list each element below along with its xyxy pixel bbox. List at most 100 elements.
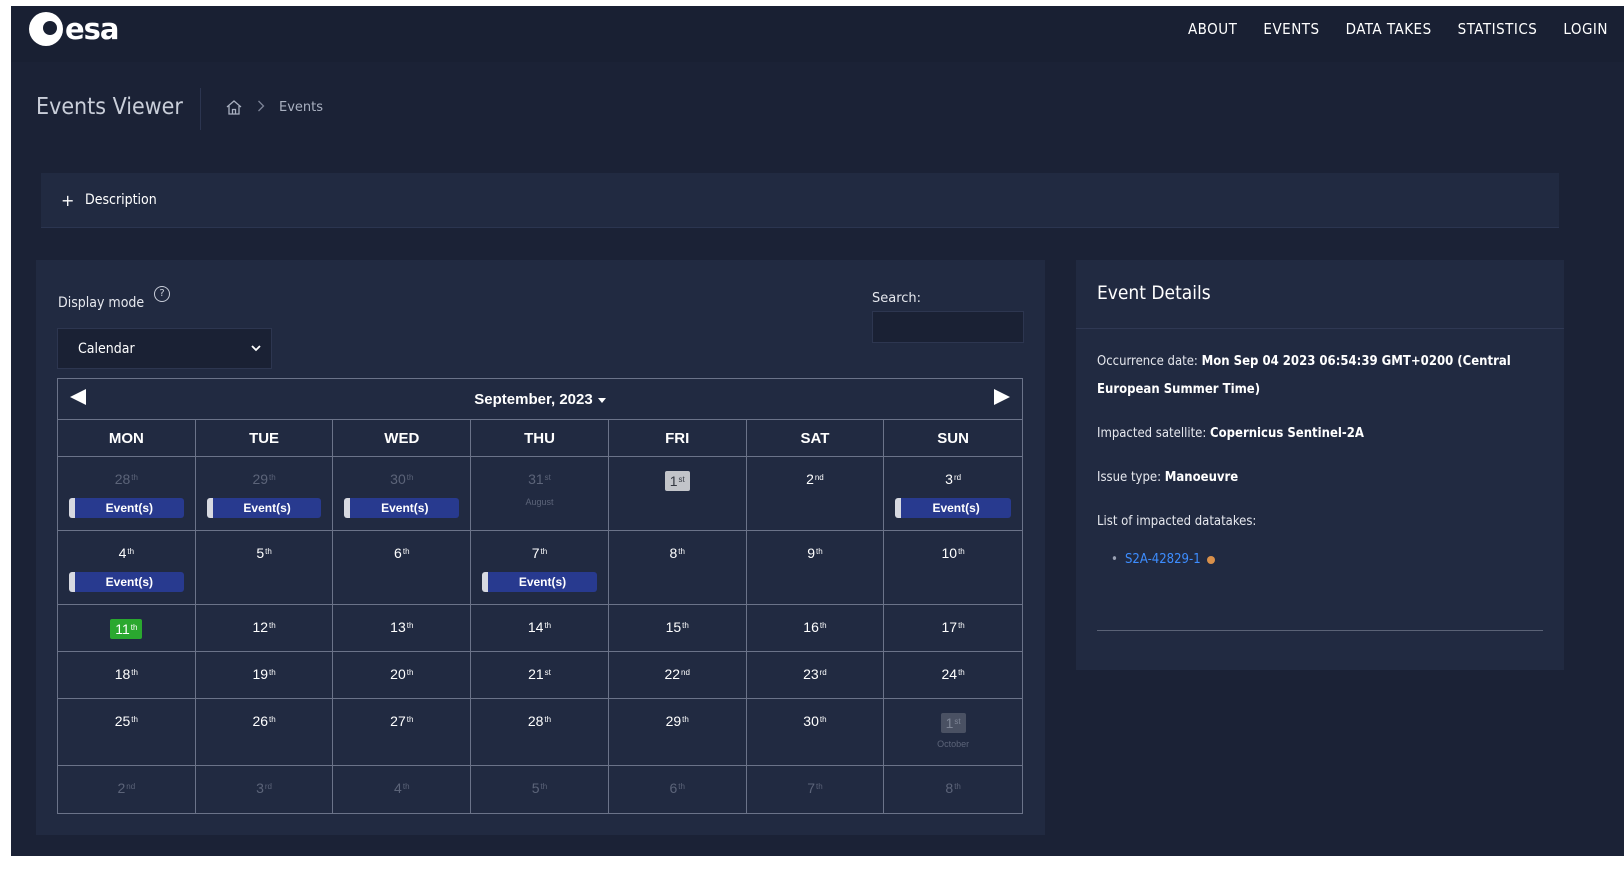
day-number: 1st bbox=[884, 713, 1022, 733]
satellite-row: Impacted satellite: Copernicus Sentinel-… bbox=[1097, 420, 1547, 448]
details-bottom-divider bbox=[1097, 630, 1543, 631]
display-mode-select[interactable]: Calendar bbox=[57, 328, 272, 369]
issue-label: Issue type: bbox=[1097, 470, 1162, 485]
event-pill[interactable]: Event(s) bbox=[69, 498, 184, 518]
calendar-day[interactable]: 21st bbox=[471, 652, 609, 699]
description-accordion[interactable]: + Description bbox=[41, 173, 1559, 228]
calendar-day[interactable]: 3rd bbox=[196, 766, 334, 813]
calendar-day[interactable]: 30th bbox=[746, 699, 885, 766]
day-number: 25th bbox=[114, 713, 138, 729]
description-label: Description bbox=[85, 192, 157, 208]
calendar-day[interactable]: 1st bbox=[608, 457, 747, 531]
day-number: 1st bbox=[609, 471, 746, 491]
datatakes-label: List of impacted datatakes: bbox=[1097, 514, 1257, 529]
calendar-day[interactable]: 12th bbox=[195, 605, 334, 652]
calendar-day[interactable]: 17th bbox=[884, 605, 1022, 652]
calendar-day[interactable]: 27th bbox=[333, 699, 472, 766]
calendar-day[interactable]: 5th bbox=[195, 531, 334, 605]
calendar-day[interactable]: 1st October bbox=[884, 699, 1022, 766]
nav-about[interactable]: ABOUT bbox=[1188, 20, 1237, 38]
event-details-panel: Event Details Occurrence date: Mon Sep 0… bbox=[1076, 260, 1564, 670]
day-number: 9th bbox=[807, 545, 823, 561]
day-number: 29th bbox=[252, 471, 276, 487]
calendar-day[interactable]: 19th bbox=[195, 652, 334, 699]
breadcrumb-events[interactable]: Events bbox=[279, 100, 323, 115]
day-number: 29th bbox=[665, 713, 689, 729]
calendar: September, 2023 MON TUE WED THU FRI SAT SUN 28t… bbox=[57, 378, 1023, 814]
day-number: 27th bbox=[390, 713, 414, 729]
calendar-day[interactable]: 24th bbox=[884, 652, 1022, 699]
calendar-day[interactable]: 5th bbox=[471, 766, 609, 813]
next-month-icon[interactable] bbox=[994, 389, 1010, 405]
display-mode-value: Calendar bbox=[78, 340, 135, 357]
day-number: 24th bbox=[941, 666, 965, 682]
datatakes-list: S2A-42829-1 bbox=[1097, 546, 1547, 574]
calendar-day[interactable]: 2nd bbox=[746, 457, 885, 531]
event-pill[interactable]: Event(s) bbox=[206, 498, 322, 518]
esa-logo[interactable]: esa bbox=[29, 12, 119, 46]
help-icon[interactable]: ? bbox=[154, 286, 170, 302]
calendar-day[interactable]: 22nd bbox=[608, 652, 747, 699]
title-divider bbox=[200, 88, 201, 130]
day-number: 2nd bbox=[806, 471, 824, 487]
datatake-link[interactable]: S2A-42829-1 bbox=[1125, 552, 1201, 567]
day-number: 4th bbox=[118, 545, 135, 561]
calendar-day[interactable]: 28th bbox=[471, 699, 609, 766]
calendar-day[interactable]: 8th bbox=[608, 531, 747, 605]
calendar-day[interactable]: 25th bbox=[58, 699, 196, 766]
nav-login[interactable]: LOGIN bbox=[1563, 20, 1608, 38]
calendar-day[interactable]: 18th bbox=[58, 652, 196, 699]
event-pill[interactable]: Event(s) bbox=[482, 572, 597, 592]
calendar-day[interactable]: 9th bbox=[746, 531, 885, 605]
day-number: 8th bbox=[945, 780, 961, 796]
month-label: September, 2023 bbox=[474, 391, 593, 408]
calendar-day[interactable]: 6th bbox=[333, 531, 472, 605]
calendar-day[interactable]: 6th bbox=[609, 766, 747, 813]
event-pill[interactable]: Event(s) bbox=[895, 498, 1011, 518]
calendar-day[interactable]: 7th Event(s) bbox=[471, 531, 609, 605]
event-pill[interactable]: Event(s) bbox=[69, 572, 184, 592]
weekday-header: MON bbox=[58, 419, 196, 457]
home-icon[interactable] bbox=[225, 99, 243, 116]
calendar-day[interactable]: 23rd bbox=[746, 652, 885, 699]
day-number: 5th bbox=[256, 545, 272, 561]
calendar-day[interactable]: 29th bbox=[608, 699, 747, 766]
calendar-day[interactable]: 20th bbox=[333, 652, 472, 699]
calendar-day[interactable]: 3rd Event(s) bbox=[884, 457, 1022, 531]
calendar-day[interactable]: 4th Event(s) bbox=[58, 531, 196, 605]
calendar-day[interactable]: 13th bbox=[333, 605, 472, 652]
calendar-day[interactable]: 28th Event(s) bbox=[58, 457, 196, 531]
month-note: October bbox=[937, 739, 970, 749]
calendar-day[interactable]: 2nd bbox=[58, 766, 196, 813]
calendar-day[interactable]: 26th bbox=[195, 699, 334, 766]
event-details-title: Event Details bbox=[1097, 282, 1211, 304]
day-number: 16th bbox=[803, 619, 827, 635]
nav-data-takes[interactable]: DATA TAKES bbox=[1346, 20, 1432, 38]
day-number: 30th bbox=[803, 713, 827, 729]
day-number: 3rd bbox=[256, 780, 273, 796]
calendar-day[interactable]: 16th bbox=[746, 605, 885, 652]
calendar-day[interactable]: 10th bbox=[884, 531, 1022, 605]
plus-icon: + bbox=[61, 190, 75, 210]
occurrence-label: Occurrence date: bbox=[1097, 354, 1198, 369]
nav-statistics[interactable]: STATISTICS bbox=[1458, 20, 1538, 38]
calendar-day[interactable]: 29th Event(s) bbox=[195, 457, 334, 531]
calendar-day[interactable]: 15th bbox=[608, 605, 747, 652]
details-divider bbox=[1076, 328, 1564, 329]
nav-events[interactable]: EVENTS bbox=[1263, 20, 1319, 38]
month-selector[interactable]: September, 2023 bbox=[58, 391, 1022, 408]
calendar-day[interactable]: 31st August bbox=[471, 457, 609, 531]
calendar-day[interactable]: 8th bbox=[884, 766, 1022, 813]
search-input[interactable] bbox=[872, 311, 1024, 343]
day-number: 14th bbox=[527, 619, 552, 635]
day-number: 30th bbox=[390, 471, 414, 487]
chevron-down-icon bbox=[251, 345, 261, 352]
calendar-day[interactable]: 4th bbox=[333, 766, 472, 813]
calendar-day[interactable]: 30th Event(s) bbox=[333, 457, 472, 531]
day-number: 20th bbox=[390, 666, 414, 682]
day-number: 4th bbox=[394, 780, 410, 796]
event-pill[interactable]: Event(s) bbox=[344, 498, 460, 518]
calendar-day[interactable]: 7th bbox=[747, 766, 885, 813]
calendar-day[interactable]: 11th bbox=[58, 605, 196, 652]
calendar-day[interactable]: 14th bbox=[471, 605, 609, 652]
